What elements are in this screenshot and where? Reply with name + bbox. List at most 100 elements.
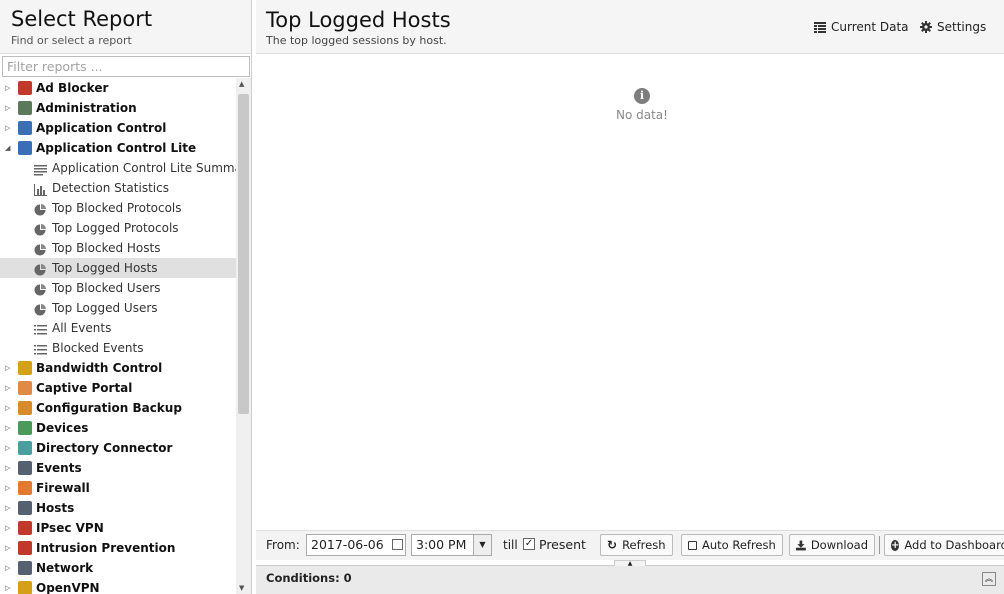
scroll-down-icon[interactable]: ▼ [239,584,244,592]
settings-button[interactable]: Settings [920,20,986,34]
tree-app-node[interactable]: ▷ Events [0,458,236,478]
collapsed-arrow-icon[interactable]: ▷ [5,358,13,378]
add-to-dashboard-label: Add to Dashboard [904,538,1004,552]
tree-report-item[interactable]: All Events [0,318,236,338]
present-label: Present [539,537,586,552]
pie-chart-icon [34,262,47,276]
collapsed-arrow-icon[interactable]: ▷ [5,498,13,518]
collapsed-arrow-icon[interactable]: ▷ [5,98,13,118]
tree-app-label: Network [36,561,94,575]
tree-report-item[interactable]: Detection Statistics [0,178,236,198]
collapsed-arrow-icon[interactable]: ▷ [5,538,13,558]
collapsed-arrow-icon[interactable]: ▷ [5,398,13,418]
collapse-icon[interactable]: ︽ [982,572,996,586]
app-icon [18,101,32,115]
from-time-field[interactable]: 3:00 PM ▼ [411,534,492,556]
tree-app-node[interactable]: ▷ Hosts [0,498,236,518]
tree-report-item[interactable]: Top Logged Users [0,298,236,318]
tree-report-item[interactable]: Top Blocked Users [0,278,236,298]
collapsed-arrow-icon[interactable]: ▷ [5,378,13,398]
collapsed-arrow-icon[interactable]: ▷ [5,478,13,498]
info-icon: i [634,88,650,104]
gear-icon [920,21,932,33]
tree-app-node[interactable]: ▷ Intrusion Prevention [0,538,236,558]
tree-app-node[interactable]: ▷ Bandwidth Control [0,358,236,378]
report-panel: Top Logged Hosts The top logged sessions… [256,0,1004,594]
toolbar-separator [879,536,880,554]
tree-app-node[interactable]: ▷ Network [0,558,236,578]
list-icon [34,342,47,355]
present-checkbox[interactable]: ✓ [523,538,535,550]
tree-report-item[interactable]: Top Blocked Hosts [0,238,236,258]
pie-chart-icon [34,282,47,296]
collapsed-arrow-icon[interactable]: ▷ [5,78,13,98]
tree-app-label: Ad Blocker [36,81,109,95]
app-icon [18,441,32,455]
scroll-up-icon[interactable]: ▲ [239,80,244,88]
splitter-grip[interactable]: ▲ [614,560,646,567]
refresh-button[interactable]: ↻ Refresh [600,534,673,556]
from-date-field[interactable]: 2017-06-06 [306,534,406,556]
tree-report-label: All Events [52,321,112,335]
till-label: till [503,538,518,552]
tree-app-node[interactable]: ▷ Ad Blocker [0,78,236,98]
tree-app-node[interactable]: ▷ Devices [0,418,236,438]
tree-app-node[interactable]: ▷ Captive Portal [0,378,236,398]
current-data-button[interactable]: Current Data [814,20,909,34]
collapsed-arrow-icon[interactable]: ▷ [5,458,13,478]
auto-refresh-button[interactable]: Auto Refresh [681,534,783,556]
expanded-arrow-icon[interactable]: ◢ [5,138,13,158]
checkbox-empty-icon [688,540,697,550]
report-header: Top Logged Hosts The top logged sessions… [256,0,1004,54]
tree-report-item[interactable]: Top Blocked Protocols [0,198,236,218]
tree-app-node[interactable]: ▷ IPsec VPN [0,518,236,538]
collapsed-arrow-icon[interactable]: ▷ [5,558,13,578]
tree-app-node[interactable]: ◢ Application Control Lite [0,138,236,158]
app-icon [18,521,32,535]
tree-report-item[interactable]: Top Logged Hosts [0,258,236,278]
report-content: i No data! [256,54,1004,530]
plus-circle-icon: + [891,539,900,551]
collapsed-arrow-icon[interactable]: ▷ [5,118,13,138]
conditions-panel: ▲ Conditions: 0 ︽ [256,560,1004,594]
tree-app-node[interactable]: ▷ Application Control [0,118,236,138]
calendar-icon[interactable] [392,539,403,550]
report-tree: ▷ Ad Blocker ▷ Administration ▷ Application C… [0,78,236,594]
tree-report-label: Application Control Lite Summary [52,161,236,175]
tree-app-label: Events [36,461,82,475]
collapsed-arrow-icon[interactable]: ▷ [5,438,13,458]
add-to-dashboard-button[interactable]: + Add to Dashboard [884,534,1004,556]
tree-app-node[interactable]: ▷ Administration [0,98,236,118]
tree-app-label: Firewall [36,481,90,495]
filter-reports-input[interactable] [2,56,250,77]
current-data-label: Current Data [831,20,909,34]
app-icon [18,421,32,435]
collapsed-arrow-icon[interactable]: ▷ [5,418,13,438]
tree-app-label: Administration [36,101,137,115]
tree-app-node[interactable]: ▷ Directory Connector [0,438,236,458]
tree-report-item[interactable]: Blocked Events [0,338,236,358]
tree-app-label: Directory Connector [36,441,173,455]
tree-app-node[interactable]: ▷ Configuration Backup [0,398,236,418]
scrollbar-thumb[interactable] [238,94,249,414]
collapsed-arrow-icon[interactable]: ▷ [5,518,13,538]
tree-report-item[interactable]: Top Logged Protocols [0,218,236,238]
tree-scrollbar[interactable]: ▲ ▼ [236,78,251,594]
chevron-down-icon[interactable]: ▼ [473,535,491,555]
report-toolbar: From: 2017-06-06 3:00 PM ▼ till ✓ Presen… [256,530,1004,560]
tree-app-label: Hosts [36,501,75,515]
refresh-icon: ↻ [607,538,618,552]
from-time-value: 3:00 PM [416,537,467,552]
app-icon [18,561,32,575]
collapsed-arrow-icon[interactable]: ▷ [5,578,13,594]
tree-report-item[interactable]: Application Control Lite Summary [0,158,236,178]
download-button[interactable]: Download [789,534,875,556]
filter-wrap [0,54,251,78]
tree-app-node[interactable]: ▷ OpenVPN [0,578,236,594]
no-data-text: No data! [616,108,668,122]
pie-chart-icon [34,222,47,236]
app-icon [18,401,32,415]
tree-app-label: IPsec VPN [36,521,104,535]
pie-chart-icon [34,302,47,316]
tree-app-node[interactable]: ▷ Firewall [0,478,236,498]
